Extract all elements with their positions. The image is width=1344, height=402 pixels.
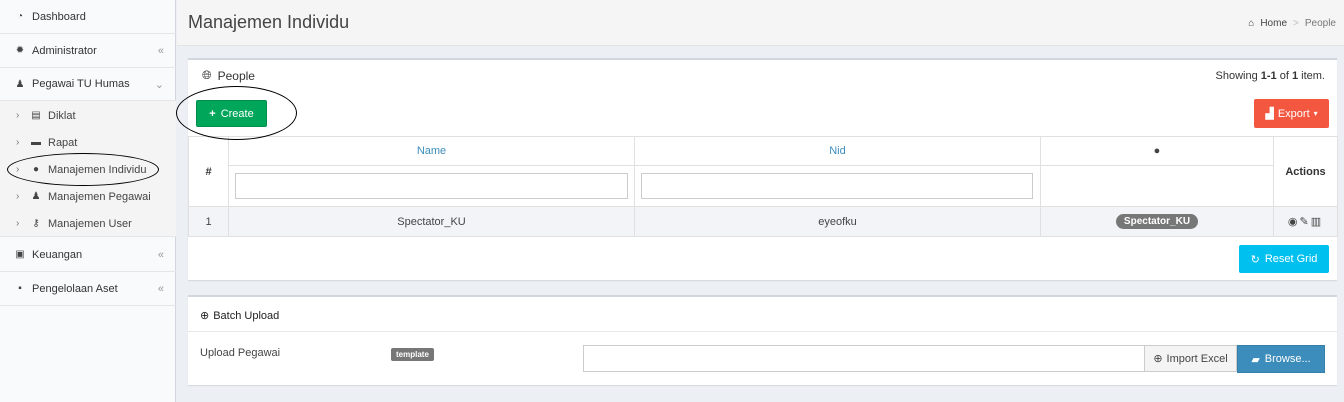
row-actions: ◉✎▥	[1273, 206, 1338, 237]
breadcrumb-separator: >	[1293, 18, 1299, 29]
sidebar-item-diklat[interactable]: › ▤ Diklat	[0, 102, 176, 129]
filter-nid-cell	[634, 165, 1041, 207]
sidebar-item-label: Pengelolaan Aset	[32, 282, 118, 295]
archive-icon: ▪	[18, 283, 22, 294]
filter-nid-input[interactable]	[641, 173, 1033, 199]
col-num-header: #	[188, 136, 229, 207]
chevron-right-icon: ›	[16, 110, 20, 121]
upload-pegawai-label: Upload Pegawai	[200, 347, 281, 359]
role-badge: Spectator_KU	[1115, 214, 1199, 229]
summary-suffix: item.	[1298, 70, 1325, 82]
caret-down-icon: ▾	[1313, 109, 1318, 118]
angle-left-icon: «	[157, 282, 164, 295]
sidebar-item-manajemen-user[interactable]: › ⚷ Manajemen User	[0, 210, 176, 237]
file-path-input[interactable]	[583, 345, 1146, 372]
sidebar-item-label: Manajemen User	[48, 217, 132, 230]
col-actions-header: Actions	[1273, 136, 1338, 207]
reset-grid-button[interactable]: ↻ Reset Grid	[1239, 245, 1329, 273]
col-role-header: ●	[1040, 136, 1274, 166]
refresh-icon: ↻	[1250, 253, 1260, 266]
divider	[188, 331, 1337, 332]
row-nid: eyeofku	[634, 206, 1041, 237]
upload-circle-icon: ⊕	[1153, 353, 1163, 365]
col-name-header[interactable]: Name	[228, 136, 635, 166]
filter-role-cell	[1040, 165, 1274, 207]
sidebar-item-label: Keuangan	[32, 248, 83, 261]
edit-icon[interactable]: ✎	[1299, 216, 1310, 228]
folder-open-icon: ▰	[1251, 353, 1260, 366]
summary-mid: of	[1276, 70, 1292, 82]
file-export-icon: ▟	[1265, 108, 1274, 120]
breadcrumb: ⌂ Home > People	[1248, 18, 1336, 29]
dashboard-icon: ◔	[16, 11, 24, 22]
key-icon: ⚷	[32, 218, 40, 229]
filter-name-cell	[228, 165, 635, 207]
annotation-circle	[176, 86, 297, 140]
annotation-circle	[7, 153, 159, 186]
box-title: 🌐︎ People	[202, 68, 255, 83]
batch-upload-box: ⊕ Batch Upload Upload Pegawai template ⊕…	[188, 295, 1337, 385]
globe-icon: 🌐︎	[202, 68, 212, 82]
sidebar-item-label: Diklat	[48, 109, 76, 122]
chevron-right-icon: ›	[16, 191, 20, 202]
briefcase-icon: ▬	[31, 137, 41, 148]
breadcrumb-home[interactable]: Home	[1260, 18, 1287, 29]
export-button-label: Export	[1277, 107, 1310, 120]
sidebar-item-administrator[interactable]: ✹ Administrator «	[0, 34, 176, 68]
sidebar-item-manajemen-pegawai[interactable]: › ♟ Manajemen Pegawai	[0, 183, 176, 210]
sidebar-item-rapat[interactable]: › ▬ Rapat	[0, 129, 176, 156]
browse-button[interactable]: ▰ Browse...	[1237, 345, 1325, 373]
user-tie-icon: ♟	[15, 78, 25, 90]
trash-icon[interactable]: ▥	[1311, 216, 1323, 228]
batch-upload-title-text: Batch Upload	[213, 309, 280, 322]
angle-down-icon: ⌄	[154, 78, 164, 91]
user-icon: ●	[1153, 145, 1161, 157]
content-header: Manajemen Individu ⌂ Home > People	[177, 0, 1344, 46]
book-icon: ▤	[31, 110, 41, 121]
sidebar-item-label: Administrator	[32, 44, 97, 57]
sidebar-item-label: Pegawai TU Humas	[32, 78, 130, 90]
upload-circle-icon: ⊕	[200, 310, 210, 322]
browse-label: Browse...	[1264, 353, 1311, 365]
col-nid-header[interactable]: Nid	[634, 136, 1041, 166]
chevron-right-icon: ›	[16, 218, 20, 229]
money-icon: ▣	[15, 249, 25, 260]
sidebar-item-keuangan[interactable]: ▣ Keuangan «	[0, 238, 176, 272]
angle-left-icon: «	[157, 248, 164, 261]
summary-text: Showing 1-1 of 1 item.	[1216, 70, 1326, 82]
view-icon[interactable]: ◉	[1288, 216, 1300, 228]
page-title: Manajemen Individu	[188, 12, 350, 32]
sidebar: ◔ Dashboard ✹ Administrator « ♟ Pegawai …	[0, 0, 176, 402]
template-link[interactable]: template	[391, 348, 434, 361]
export-button[interactable]: ▟ Export ▾	[1254, 99, 1329, 128]
summary-range: 1-1	[1260, 70, 1277, 82]
row-name: Spectator_KU	[228, 206, 635, 237]
import-excel-label: Import Excel	[1166, 352, 1228, 365]
sidebar-item-label: Rapat	[48, 136, 78, 149]
filter-name-input[interactable]	[235, 173, 628, 199]
chevron-right-icon: ›	[16, 137, 20, 148]
reset-grid-label: Reset Grid	[1264, 253, 1318, 265]
breadcrumb-current: People	[1304, 18, 1336, 29]
import-excel-button[interactable]: ⊕ Import Excel	[1144, 345, 1237, 372]
home-icon: ⌂	[1248, 18, 1255, 29]
row-role-cell: Spectator_KU	[1040, 206, 1274, 237]
sidebar-item-dashboard[interactable]: ◔ Dashboard	[0, 0, 176, 34]
row-num: 1	[188, 206, 229, 237]
user-tie-icon: ♟	[31, 191, 41, 202]
people-table: # Name Nid ● Actions 1 Spectator_KU eyeo…	[188, 136, 1338, 237]
table-row: 1 Spectator_KU eyeofku Spectator_KU ◉✎▥	[188, 206, 1338, 237]
angle-left-icon: «	[157, 44, 164, 57]
people-box: 🌐︎ People Showing 1-1 of 1 item. + Creat…	[188, 58, 1338, 280]
sidebar-item-aset[interactable]: ▪ Pengelolaan Aset «	[0, 272, 176, 306]
sidebar-item-label: Dashboard	[32, 10, 86, 23]
box-title-text: People	[217, 68, 255, 83]
sidebar-item-label: Manajemen Pegawai	[48, 190, 151, 203]
batch-upload-title: ⊕ Batch Upload	[200, 309, 280, 323]
android-icon: ✹	[15, 45, 25, 56]
sidebar-item-pegawai[interactable]: ♟ Pegawai TU Humas ⌄	[0, 68, 176, 101]
summary-prefix: Showing	[1215, 70, 1261, 82]
